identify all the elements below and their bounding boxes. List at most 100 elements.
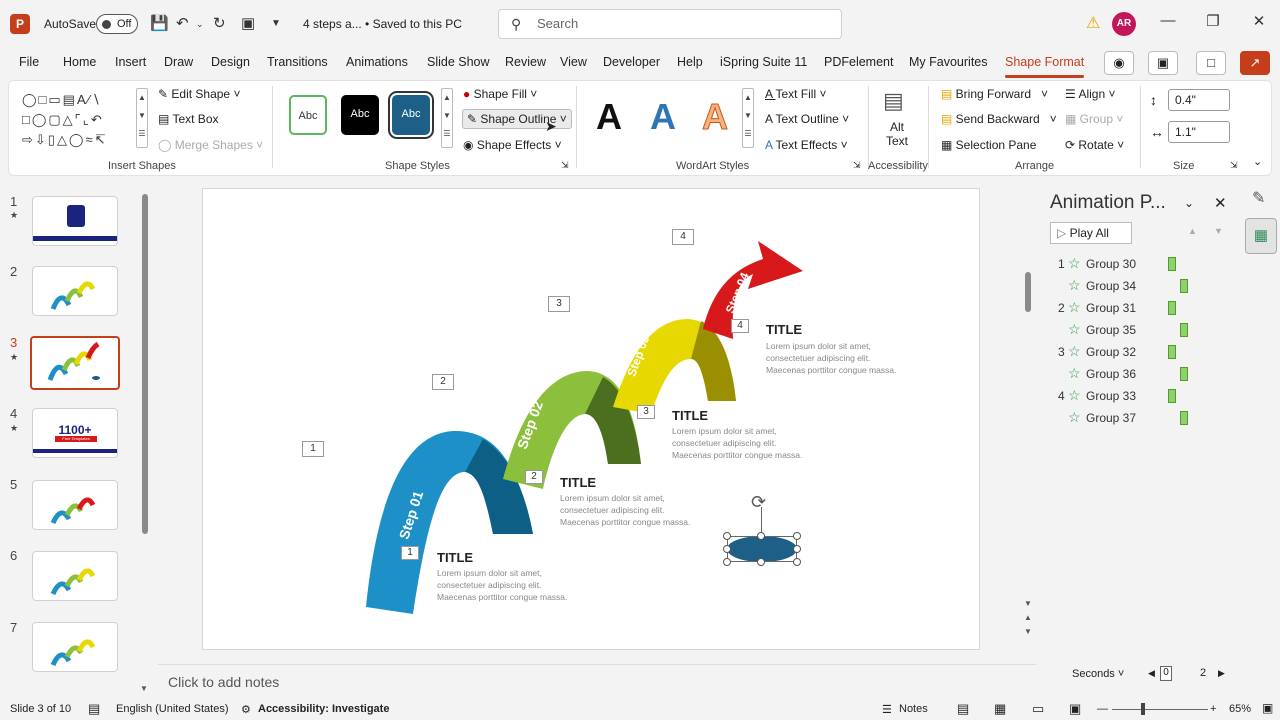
seconds-dropdown[interactable]: Seconds ˅: [1072, 668, 1124, 680]
zoom-out-icon[interactable]: —: [1097, 703, 1108, 715]
wordart-scroll-icon[interactable]: ▲ ▼ ☰: [742, 88, 754, 148]
timing-bar[interactable]: [1180, 279, 1188, 293]
rotate-handle-icon[interactable]: ⟳: [751, 492, 766, 513]
slide-thumbnail-5[interactable]: [32, 480, 118, 530]
bring-forward-button[interactable]: ▤ Bring Forward ˅: [941, 87, 1048, 101]
zoom-thumb[interactable]: [1141, 703, 1145, 715]
animation-item[interactable]: ☆ Group 36: [1058, 365, 1228, 387]
selection-pane-button[interactable]: ▦ Selection Pane: [941, 138, 1036, 152]
timeline-right-icon[interactable]: ▶: [1218, 668, 1225, 679]
record-icon[interactable]: ◉: [1104, 51, 1134, 75]
search-box[interactable]: ⚲ Search: [498, 9, 842, 39]
shape-effects-button[interactable]: ◉ Shape Effects ˅: [463, 138, 562, 152]
align-button[interactable]: ☰ Align ˅: [1065, 87, 1115, 101]
height-field[interactable]: 0.4": [1168, 89, 1230, 111]
tab-design[interactable]: Design: [211, 55, 250, 69]
tab-my-favourites[interactable]: My Favourites: [909, 55, 988, 69]
rotate-button[interactable]: ⟳ Rotate ˅: [1065, 138, 1124, 152]
slide-thumbnail-4[interactable]: 1100+ Free Templates: [32, 408, 118, 458]
collapse-ribbon-icon[interactable]: ⌄: [1253, 155, 1262, 168]
tab-insert[interactable]: Insert: [115, 55, 146, 69]
text-box-button[interactable]: ▤ Text Box: [158, 112, 219, 126]
slides-scrollbar[interactable]: [142, 194, 148, 534]
step-1-body[interactable]: Lorem ipsum dolor sit amet, consectetuer…: [437, 567, 569, 603]
animation-item[interactable]: 1 ☆ Group 30: [1058, 255, 1228, 277]
dialog-launcher-icon[interactable]: ⇲: [1230, 160, 1238, 171]
share-icon[interactable]: ↗: [1240, 51, 1270, 75]
tab-review[interactable]: Review: [505, 55, 546, 69]
step-4-body[interactable]: Lorem ipsum dolor sit amet, consectetuer…: [766, 340, 898, 376]
tab-shape-format[interactable]: Shape Format: [1005, 55, 1085, 78]
slide-thumbnail-7[interactable]: [32, 622, 118, 672]
slide-thumbnail-3[interactable]: [30, 336, 120, 390]
minimize-icon[interactable]: —: [1158, 12, 1178, 29]
send-backward-button[interactable]: ▤ Send Backward ˅: [941, 112, 1057, 126]
alt-text-button[interactable]: Alt Text: [880, 120, 914, 148]
teams-icon[interactable]: ▣: [1148, 51, 1178, 75]
normal-view-icon[interactable]: ▤: [957, 701, 969, 717]
designer-icon[interactable]: ✎: [1252, 188, 1265, 208]
animation-item[interactable]: ☆ Group 35: [1058, 321, 1228, 343]
wordart-style-3[interactable]: A: [702, 96, 729, 138]
tab-developer[interactable]: Developer: [603, 55, 660, 69]
tab-pdfelement[interactable]: PDFelement: [824, 55, 893, 69]
tab-draw[interactable]: Draw: [164, 55, 193, 69]
pane-options-icon[interactable]: ⌄: [1184, 196, 1194, 210]
timeline-left-icon[interactable]: ◀: [1148, 668, 1155, 679]
redo-icon[interactable]: ↻: [213, 14, 226, 32]
tab-view[interactable]: View: [560, 55, 587, 69]
animation-item[interactable]: ☆ Group 34: [1058, 277, 1228, 299]
tab-slide-show[interactable]: Slide Show: [427, 55, 490, 69]
undo-dropdown-icon[interactable]: ⌄: [196, 19, 204, 30]
move-up-icon[interactable]: ▲: [1188, 226, 1197, 236]
notes-button[interactable]: Notes: [899, 703, 928, 715]
fit-slide-icon[interactable]: ▣: [1262, 701, 1273, 715]
resize-handle[interactable]: [793, 545, 801, 553]
step-2-title[interactable]: TITLE: [560, 475, 596, 490]
timing-bar[interactable]: [1168, 345, 1176, 359]
text-fill-button[interactable]: A Text Fill ˅: [765, 87, 826, 101]
inner-box-2[interactable]: 2: [525, 470, 543, 484]
step-3-body[interactable]: Lorem ipsum dolor sit amet, consectetuer…: [672, 425, 804, 461]
resize-handle[interactable]: [793, 558, 801, 566]
comments-icon[interactable]: □: [1196, 51, 1226, 75]
resize-handle[interactable]: [793, 532, 801, 540]
prev-next-slide-icon[interactable]: ▼ ▲ ▼: [1024, 597, 1032, 639]
dialog-launcher-icon[interactable]: ⇲: [853, 160, 861, 171]
animation-item[interactable]: 3 ☆ Group 32: [1058, 343, 1228, 365]
width-field[interactable]: 1.1": [1168, 121, 1230, 143]
text-effects-button[interactable]: A Text Effects ˅: [765, 138, 848, 152]
step-1-title[interactable]: TITLE: [437, 550, 473, 565]
slide-thumbnail-1[interactable]: [32, 196, 118, 246]
tab-help[interactable]: Help: [677, 55, 703, 69]
placeholder-box-3[interactable]: 3: [548, 296, 570, 312]
tab-ispring[interactable]: iSpring Suite 11: [720, 55, 807, 69]
zoom-slider[interactable]: [1112, 709, 1208, 710]
shapes-scroll-icon[interactable]: ▲ ▼ ☰: [136, 88, 148, 148]
animation-pane-icon[interactable]: ▦: [1245, 218, 1277, 254]
undo-icon[interactable]: ↶: [176, 14, 189, 32]
slide-thumbnail-2[interactable]: [32, 266, 118, 316]
zoom-in-icon[interactable]: +: [1210, 703, 1216, 715]
save-icon[interactable]: 💾: [150, 14, 169, 32]
autosave-toggle[interactable]: Off: [96, 14, 138, 34]
timing-bar[interactable]: [1180, 367, 1188, 381]
play-all-button[interactable]: ▷ Play All: [1050, 222, 1132, 244]
present-icon[interactable]: ▣: [241, 14, 255, 32]
slide-canvas[interactable]: 1 2 3 4 Step 01 Step 02 Step 03 Step 04 …: [202, 188, 980, 650]
slide-sorter-icon[interactable]: ▦: [994, 701, 1006, 717]
pane-close-icon[interactable]: ✕: [1214, 194, 1227, 212]
timing-bar[interactable]: [1168, 301, 1176, 315]
notes-pane[interactable]: Click to add notes: [158, 664, 1036, 698]
step-3-title[interactable]: TITLE: [672, 408, 708, 423]
wordart-style-2[interactable]: A: [650, 96, 676, 138]
placeholder-box-1[interactable]: 1: [302, 441, 324, 457]
resize-handle[interactable]: [757, 558, 765, 566]
language[interactable]: English (United States): [116, 703, 229, 715]
document-title[interactable]: 4 steps a... • Saved to this PC: [303, 17, 462, 31]
placeholder-box-4[interactable]: 4: [672, 229, 694, 245]
timing-bar[interactable]: [1168, 389, 1176, 403]
avatar[interactable]: AR: [1112, 12, 1136, 36]
warning-icon[interactable]: ⚠: [1086, 13, 1100, 33]
text-outline-button[interactable]: A Text Outline ˅: [765, 112, 849, 126]
